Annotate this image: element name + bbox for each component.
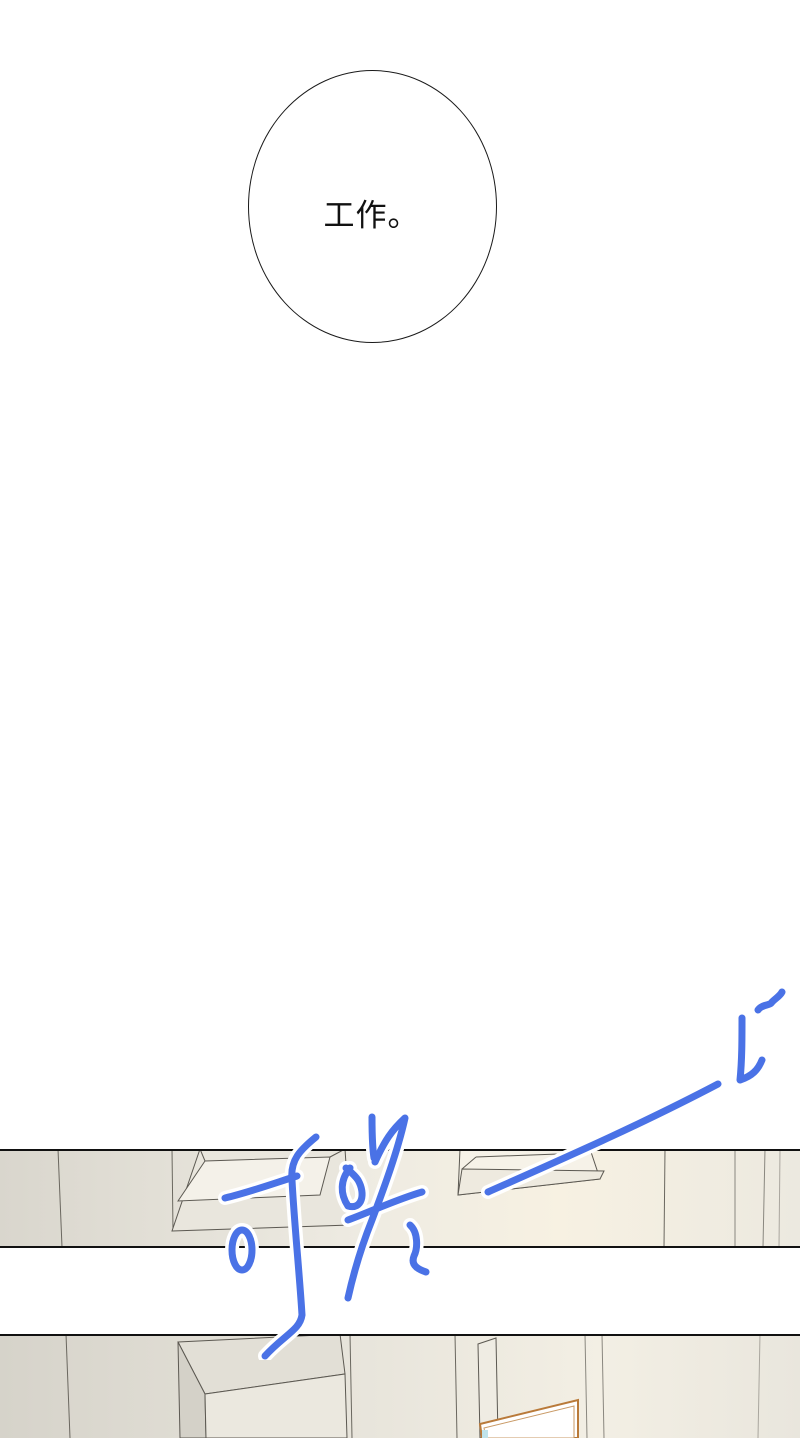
panel-borders: [0, 1149, 800, 1336]
speech-text: 工作。: [323, 198, 420, 234]
speech-bubble: 工作。: [248, 70, 497, 343]
comic-page: 工作。: [0, 0, 800, 1438]
